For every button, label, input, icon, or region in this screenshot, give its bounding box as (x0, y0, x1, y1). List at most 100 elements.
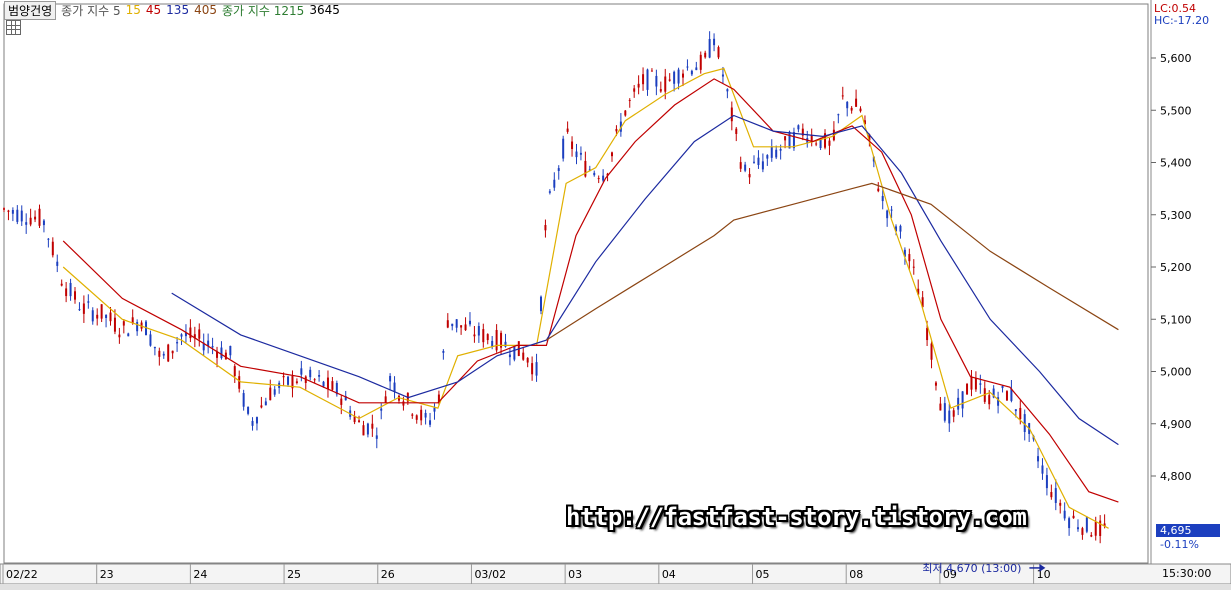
candle-body (255, 417, 258, 424)
candle-body (100, 304, 103, 319)
candle-body (926, 328, 929, 341)
candle-body (446, 320, 449, 328)
candle-body (171, 350, 174, 354)
candle-body (797, 125, 800, 130)
candle-body (264, 401, 267, 406)
grid-icon[interactable] (6, 20, 21, 35)
candle-body (136, 321, 139, 332)
low-annotation: 최저 4,670 (13:00) (922, 562, 1021, 575)
candle-body (176, 342, 179, 344)
ma-label: 종가 지수 5 (61, 3, 121, 18)
candle-body (300, 368, 303, 375)
candle-body (167, 344, 170, 362)
candle-body (695, 67, 698, 71)
y-tick-label: 5,200 (1160, 261, 1192, 274)
candle-body (610, 152, 613, 157)
candle-body (331, 381, 334, 390)
candle-body (757, 157, 760, 166)
candle-body (1094, 521, 1097, 536)
candle-body (109, 312, 112, 322)
candle-body (815, 143, 818, 145)
candle-body (16, 209, 19, 222)
candle-body (602, 175, 605, 181)
candle-body (775, 149, 778, 158)
candle-body (579, 152, 582, 155)
legend-bar: 범양건영 종가 지수 5 15 45 135 405 종가 지수 1215 36… (4, 0, 345, 20)
candle-body (961, 391, 964, 409)
candle-body (11, 210, 14, 214)
candle-body (659, 89, 662, 92)
x-tick-label: 25 (287, 568, 301, 581)
candle-body (899, 225, 902, 232)
candle-body (753, 161, 756, 163)
candle-body (766, 155, 769, 159)
candle-body (242, 393, 245, 407)
candle-body (189, 327, 192, 339)
candle-body (557, 168, 560, 171)
candle-body (380, 408, 383, 411)
candle-body (886, 210, 889, 219)
candle-body (553, 179, 556, 188)
candle-body (366, 423, 369, 435)
y-tick-label: 5,500 (1160, 104, 1192, 117)
candle-body (149, 334, 152, 346)
ma2-label: 종가 지수 1215 (221, 3, 305, 18)
candle-body (859, 108, 862, 112)
candle-body (828, 140, 831, 146)
candle-body (850, 107, 853, 111)
candle-body (943, 403, 946, 421)
x-tick-label: 10 (1037, 568, 1051, 581)
candle-body (60, 283, 63, 286)
y-tick-label: 5,000 (1160, 366, 1192, 379)
candle-body (411, 414, 414, 416)
candle-body (25, 222, 28, 225)
candle-body (690, 70, 693, 75)
candle-body (881, 195, 884, 202)
candle-body (890, 209, 893, 211)
candle-body (1072, 515, 1075, 519)
candle-body (162, 353, 165, 356)
candle-body (3, 208, 5, 210)
candle-body (1001, 385, 1004, 389)
candle-body (91, 310, 94, 322)
candle-body (952, 410, 955, 417)
candle-body (1081, 528, 1084, 535)
candle-body (153, 346, 156, 349)
candle-body (677, 69, 680, 84)
x-tick-label: 05 (756, 568, 770, 581)
x-tick-label: 03/02 (474, 568, 506, 581)
chart-area[interactable]: 5,600 5,500 5,400 5,300 5,200 5,100 5,000 4,900… (0, 0, 1231, 590)
candle-body (180, 334, 183, 337)
candle-body (855, 98, 858, 107)
candle-body (770, 146, 773, 158)
candle-body (544, 225, 547, 231)
stock-name-label[interactable]: 범양건영 (4, 0, 57, 20)
candle-body (1076, 527, 1079, 530)
candle-body (362, 425, 365, 436)
candle-body (51, 241, 54, 256)
candle-body (531, 363, 534, 375)
candle-body (526, 357, 529, 363)
candle-body (628, 99, 631, 101)
candle-body (615, 128, 618, 132)
candle-body (78, 309, 81, 311)
candle-body (970, 377, 973, 390)
ma-line-45 (62, 78, 1119, 503)
candle-body (1014, 409, 1017, 412)
time-label: 15:30:00 (1162, 567, 1212, 580)
candle-body (539, 296, 542, 312)
candle-body (7, 210, 10, 212)
candle-body (247, 407, 250, 414)
x-tick-label: 24 (193, 568, 207, 581)
candle-body (730, 107, 733, 122)
candle-body (389, 375, 392, 382)
candle-body (930, 343, 933, 360)
candle-body (668, 79, 671, 81)
candle-body (664, 76, 667, 92)
ma-line-405 (546, 182, 1119, 341)
x-tick-label: 26 (381, 568, 395, 581)
candle-body (717, 47, 720, 58)
candle-body (20, 210, 23, 222)
candle-body (42, 220, 45, 226)
candle-body (1019, 407, 1022, 420)
